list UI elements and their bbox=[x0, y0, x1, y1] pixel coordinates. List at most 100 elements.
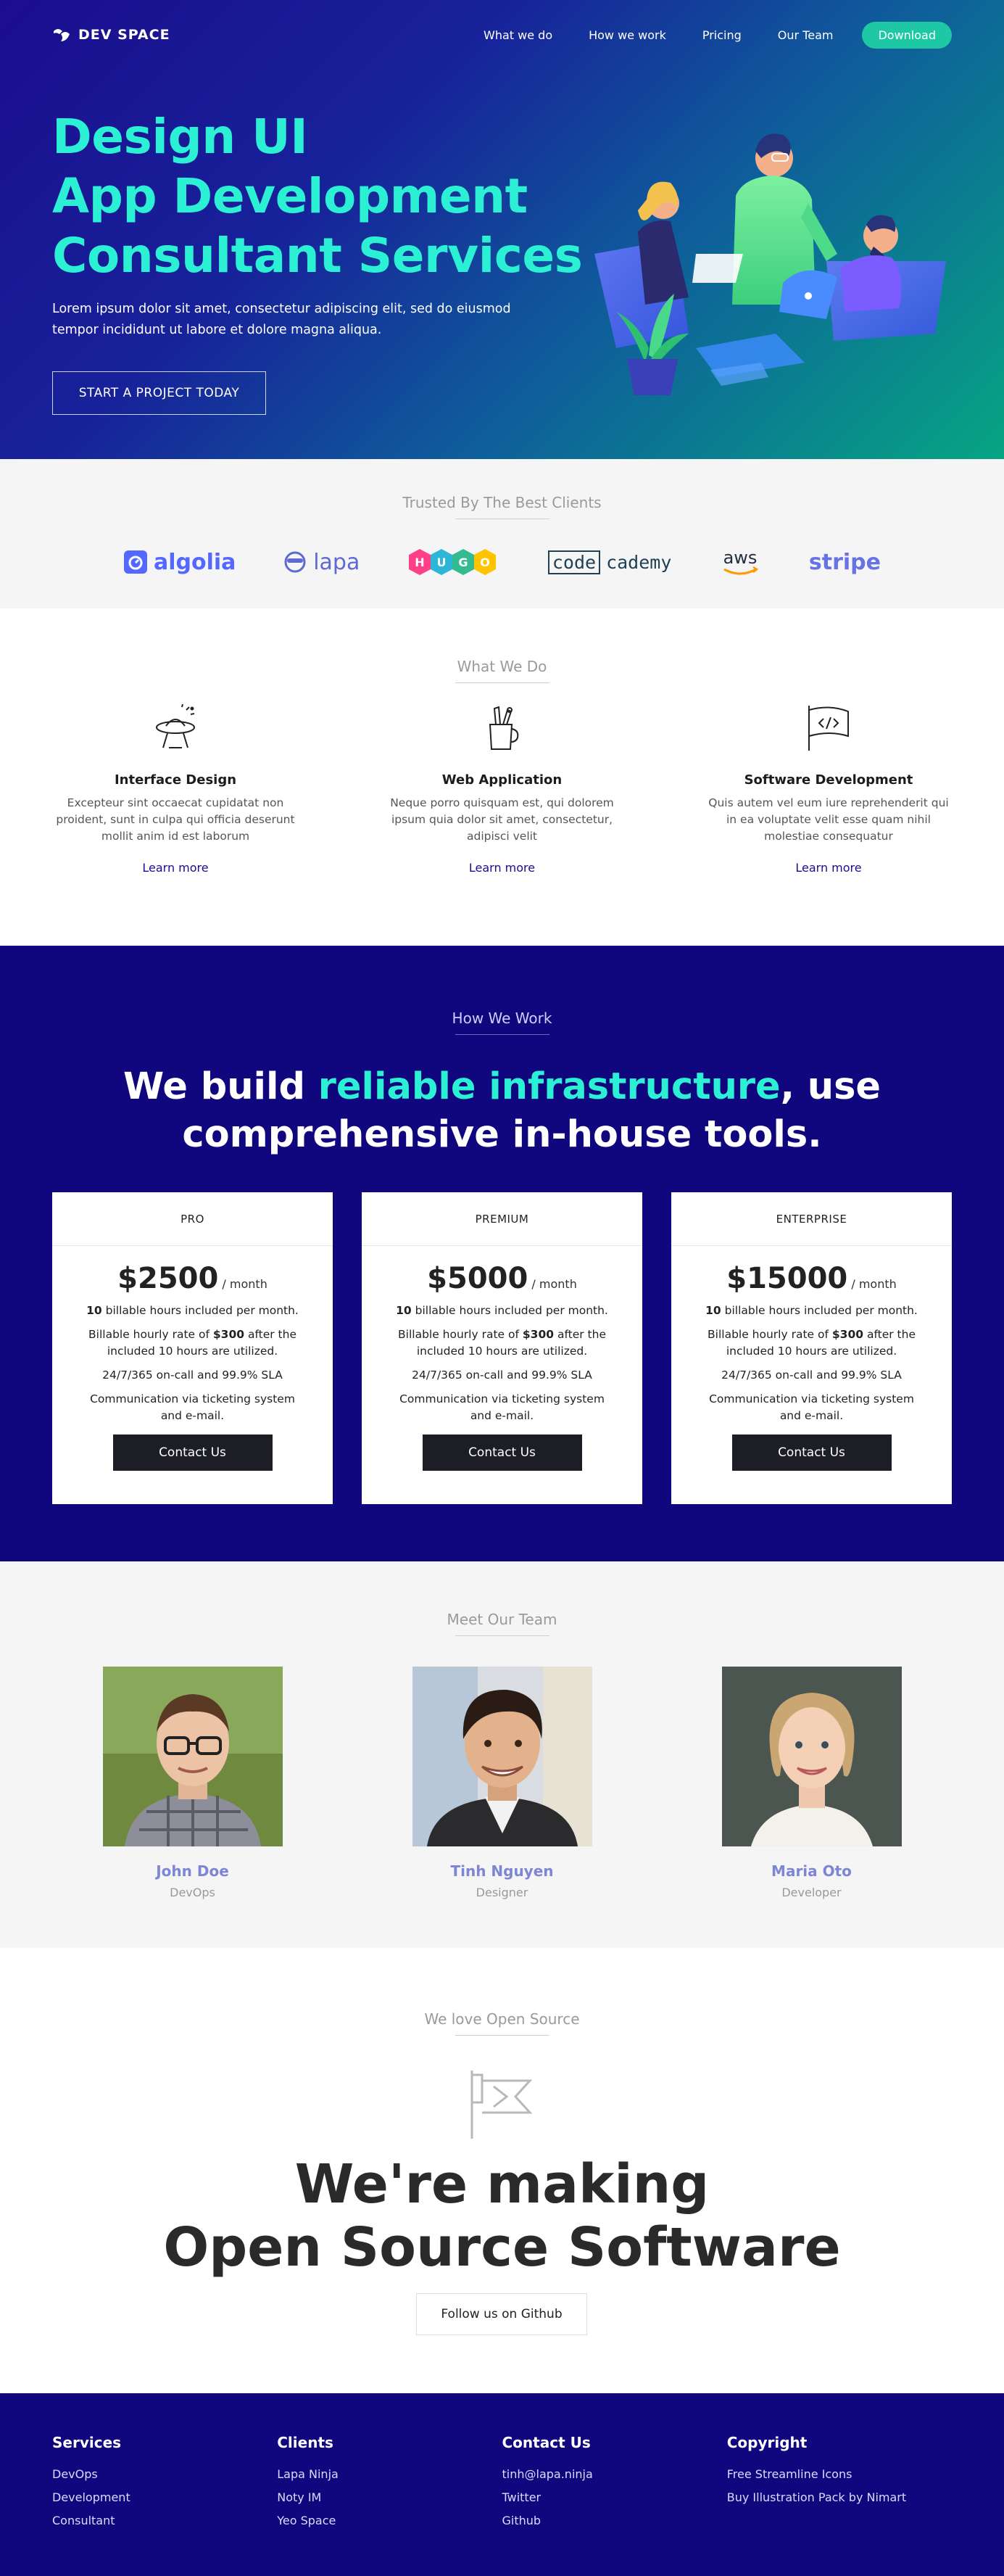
title-line: We're making bbox=[294, 2153, 710, 2216]
service-title: Software Development bbox=[744, 772, 913, 788]
contact-us-button[interactable]: Contact Us bbox=[731, 1434, 892, 1471]
pricing-plans: PRO $2500 / month 10 billable hours incl… bbox=[52, 1192, 952, 1504]
svg-text:U: U bbox=[437, 556, 447, 569]
client-name: code bbox=[547, 550, 601, 574]
how-we-work-heading: How We Work bbox=[0, 946, 1004, 1035]
footer-column-title: Contact Us bbox=[502, 2434, 591, 2451]
plan-feature-sla: 24/7/365 on-call and 99.9% SLA bbox=[721, 1368, 902, 1382]
footer-link[interactable]: tinh@lapa.ninja bbox=[502, 2463, 727, 2486]
footer-link[interactable]: Free Streamline Icons bbox=[727, 2463, 952, 2486]
service-description: Neque porro quisquam est, qui dolorem ip… bbox=[390, 796, 614, 843]
team-members: John Doe DevOps Tinh Nguyen Designer Mar… bbox=[52, 1667, 952, 1899]
services-list: Interface Design Excepteur sint occaecat… bbox=[52, 703, 952, 875]
how-we-work-title: We build reliable infrastructure, use co… bbox=[0, 1063, 1004, 1159]
client-name: algolia bbox=[154, 549, 236, 575]
rate-value: $300 bbox=[212, 1328, 245, 1341]
member-name: John Doe bbox=[156, 1862, 229, 1880]
plan-feature-sla: 24/7/365 on-call and 99.9% SLA bbox=[412, 1368, 592, 1382]
footer-link[interactable]: Yeo Space bbox=[277, 2509, 502, 2532]
footer-link[interactable]: Lapa Ninja bbox=[277, 2463, 502, 2486]
footer-column-title: Services bbox=[52, 2434, 122, 2451]
contact-us-button[interactable]: Contact Us bbox=[422, 1434, 582, 1471]
plan-name: PRO bbox=[52, 1192, 333, 1246]
lapa-icon bbox=[284, 551, 306, 573]
hero-title-line: Consultant Services bbox=[52, 228, 583, 284]
open-source-title: We're making Open Source Software bbox=[0, 2153, 1004, 2279]
what-we-do-heading: What We Do bbox=[0, 608, 1004, 683]
member-photo bbox=[412, 1667, 592, 1846]
learn-more-link[interactable]: Learn more bbox=[52, 861, 299, 875]
footer-link[interactable]: Buy Illustration Pack by Nimart bbox=[727, 2486, 952, 2509]
pencil-cup-icon bbox=[489, 706, 518, 750]
client-logo-codecademy: code cademy bbox=[547, 550, 671, 574]
price-period: / month bbox=[222, 1277, 267, 1291]
code-flag-icon bbox=[808, 706, 849, 751]
open-source-heading-text: We love Open Source bbox=[424, 2010, 580, 2028]
brand-logo[interactable]: DEV SPACE bbox=[52, 27, 170, 43]
client-name: lapa bbox=[313, 549, 360, 575]
what-we-do-heading-text: What We Do bbox=[457, 658, 547, 675]
clients-heading: Trusted By The Best Clients bbox=[0, 459, 1004, 519]
download-button[interactable]: Download bbox=[862, 21, 952, 49]
client-logo-stripe: stripe bbox=[809, 550, 881, 575]
flag-icon bbox=[470, 2071, 533, 2139]
learn-more-link[interactable]: Learn more bbox=[705, 861, 952, 875]
footer-link[interactable]: Github bbox=[502, 2509, 727, 2532]
client-logo-hugo: H U G O bbox=[407, 548, 501, 577]
nav-link-our-team[interactable]: Our Team bbox=[778, 28, 834, 42]
plan-price: $15000 / month bbox=[671, 1262, 952, 1295]
member-photo bbox=[102, 1667, 283, 1846]
rate-before: Billable hourly rate of bbox=[708, 1328, 832, 1341]
team-member-card: Maria Oto Developer bbox=[671, 1667, 952, 1899]
open-source-heading: We love Open Source bbox=[0, 1948, 1004, 2036]
nav-link-what-we-do[interactable]: What we do bbox=[484, 28, 552, 42]
plan-feature-rate: Billable hourly rate of $300 after the i… bbox=[703, 1326, 921, 1360]
top-nav: DEV SPACE What we do How we work Pricing… bbox=[52, 20, 952, 49]
team-heading-text: Meet Our Team bbox=[447, 1611, 557, 1628]
title-part: We build bbox=[123, 1065, 318, 1108]
service-description: Quis autem vel eum iure reprehenderit qu… bbox=[708, 796, 949, 843]
footer-link[interactable]: Consultant bbox=[52, 2509, 277, 2532]
aws-logo: aws bbox=[723, 548, 759, 575]
team-member-card: John Doe DevOps bbox=[52, 1667, 333, 1899]
plan-price: $2500 / month bbox=[52, 1262, 333, 1295]
what-we-do-section: What We Do Interface Design Excepteur si… bbox=[0, 608, 1004, 946]
service-title: Web Application bbox=[441, 772, 563, 788]
footer-column-title: Clients bbox=[277, 2434, 333, 2451]
footer-link[interactable]: Twitter bbox=[502, 2486, 727, 2509]
hours-count: 10 bbox=[396, 1304, 412, 1317]
plan-name: PREMIUM bbox=[362, 1192, 642, 1246]
member-photo bbox=[721, 1667, 902, 1846]
team-section: Meet Our Team John Doe DevOps Tinh Nguye… bbox=[0, 1561, 1004, 1948]
footer-column-clients: Clients Lapa Ninja Noty IM Yeo Space bbox=[277, 2434, 502, 2532]
hero-section: DEV SPACE What we do How we work Pricing… bbox=[0, 0, 1004, 459]
contact-us-button[interactable]: Contact Us bbox=[112, 1434, 273, 1471]
svg-text:G: G bbox=[459, 556, 468, 569]
service-description: Excepteur sint occaecat cupidatat non pr… bbox=[56, 796, 295, 843]
plan-feature-hours: 10 billable hours included per month. bbox=[394, 1303, 611, 1319]
service-card: Web Application Neque porro quisquam est… bbox=[379, 703, 626, 875]
clients-heading-text: Trusted By The Best Clients bbox=[402, 494, 602, 511]
follow-github-button[interactable]: Follow us on Github bbox=[416, 2293, 587, 2335]
plan-card-enterprise: ENTERPRISE $15000 / month 10 billable ho… bbox=[671, 1192, 952, 1504]
start-project-button[interactable]: START A PROJECT TODAY bbox=[52, 371, 266, 415]
footer-column-services: Services DevOps Development Consultant bbox=[52, 2434, 277, 2532]
footer-link[interactable]: DevOps bbox=[52, 2463, 277, 2486]
learn-more-link[interactable]: Learn more bbox=[379, 861, 626, 875]
hugo-logo: H U G O bbox=[409, 549, 497, 575]
member-role: Developer bbox=[781, 1886, 842, 1899]
nav-link-pricing[interactable]: Pricing bbox=[702, 28, 742, 42]
footer-link[interactable]: Development bbox=[52, 2486, 277, 2509]
ufo-icon bbox=[156, 703, 195, 748]
rate-before: Billable hourly rate of bbox=[88, 1328, 213, 1341]
footer-link[interactable]: Noty IM bbox=[277, 2486, 502, 2509]
hours-text: billable hours included per month. bbox=[411, 1304, 608, 1317]
hours-count: 10 bbox=[705, 1304, 721, 1317]
plan-feature-rate: Billable hourly rate of $300 after the i… bbox=[394, 1326, 611, 1360]
service-title: Interface Design bbox=[114, 772, 237, 788]
plan-feature-communication: Communication via ticketing system and e… bbox=[399, 1392, 605, 1422]
plan-feature-hours: 10 billable hours included per month. bbox=[703, 1303, 921, 1319]
nav-link-how-we-work[interactable]: How we work bbox=[589, 28, 666, 42]
service-card: Interface Design Excepteur sint occaecat… bbox=[52, 703, 299, 875]
hero-title: Design UI App Development Consultant Ser… bbox=[52, 107, 583, 286]
